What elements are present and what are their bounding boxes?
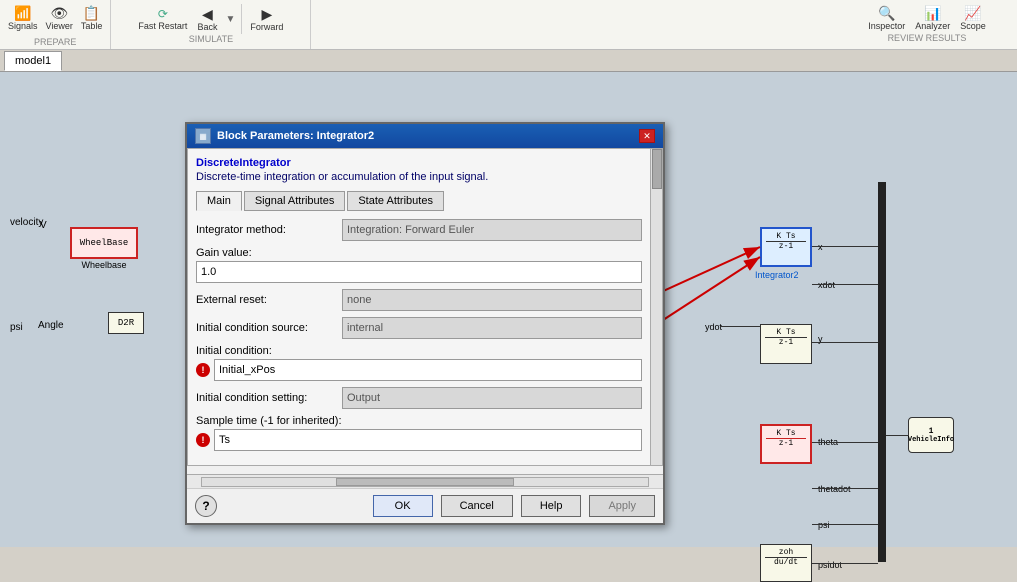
gain-value-input[interactable] bbox=[196, 261, 642, 283]
block-type-header: DiscreteIntegrator bbox=[196, 157, 642, 169]
initial-condition-setting-label: Initial condition setting: bbox=[196, 392, 336, 404]
external-reset-row: External reset: bbox=[196, 289, 642, 311]
signal-attributes-tab[interactable]: Signal Attributes bbox=[244, 191, 346, 211]
initial-condition-section: Initial condition: ! bbox=[196, 345, 642, 381]
sample-time-input[interactable] bbox=[214, 429, 642, 451]
initial-condition-source-row: Initial condition source: bbox=[196, 317, 642, 339]
back-button[interactable]: ◀ Back bbox=[195, 5, 219, 34]
h-scrollbar-thumb[interactable] bbox=[336, 478, 514, 486]
horizontal-scrollbar[interactable] bbox=[187, 474, 663, 488]
initial-condition-input[interactable] bbox=[214, 359, 642, 381]
buttons-right-group: OK Cancel Help Apply bbox=[373, 495, 655, 517]
h-scrollbar-track[interactable] bbox=[201, 477, 649, 487]
scope-button[interactable]: 📈 Scope bbox=[958, 4, 988, 33]
inspector-button[interactable]: 🔍 Inspector bbox=[866, 4, 907, 33]
simulate-label: SIMULATE bbox=[189, 34, 233, 44]
sample-time-input-row: ! bbox=[196, 429, 642, 451]
initial-condition-error-icon: ! bbox=[196, 363, 210, 377]
external-reset-input[interactable] bbox=[342, 289, 642, 311]
main-area: velocity V psi Angle WheelBase Wheelbase… bbox=[0, 72, 1017, 547]
prepare-label: PREPARE bbox=[34, 37, 76, 47]
fast-restart-button[interactable]: ⟳ Fast Restart bbox=[136, 6, 189, 33]
review-section: 🔍 Inspector 📊 Analyzer 📈 Scope REVIEW RE… bbox=[837, 0, 1017, 49]
sample-time-error-icon: ! bbox=[196, 433, 210, 447]
state-attributes-tab[interactable]: State Attributes bbox=[347, 191, 444, 211]
initial-condition-label: Initial condition: bbox=[196, 345, 642, 357]
sample-time-section: Sample time (-1 for inherited): ! bbox=[196, 415, 642, 451]
gain-value-label: Gain value: bbox=[196, 247, 642, 259]
sample-time-label: Sample time (-1 for inherited): bbox=[196, 415, 642, 427]
block-description: Discrete-time integration or accumulatio… bbox=[196, 171, 642, 183]
simulate-section: ⟳ Fast Restart ◀ Back ▼ ▶ Forward SIMULA… bbox=[111, 0, 311, 49]
model1-tab[interactable]: model1 bbox=[4, 51, 62, 71]
initial-condition-input-row: ! bbox=[196, 359, 642, 381]
psidot-line bbox=[812, 563, 878, 564]
dialog-content: DiscreteIntegrator Discrete-time integra… bbox=[187, 148, 663, 466]
scrollbar-thumb[interactable] bbox=[652, 149, 662, 189]
dialog-close-button[interactable]: ✕ bbox=[639, 129, 655, 143]
integrator-method-input[interactable] bbox=[342, 219, 642, 241]
help-icon-button[interactable]: ? bbox=[195, 495, 217, 517]
prepare-section: 📶 Signals 👁 Viewer 📋 Table PREPARE bbox=[0, 0, 111, 49]
dialog-overlay: ▦ Block Parameters: Integrator2 ✕ Discre… bbox=[0, 72, 1017, 547]
spacer bbox=[311, 0, 837, 49]
psidot-port: psidot bbox=[818, 560, 842, 570]
review-results-label: REVIEW RESULTS bbox=[888, 33, 967, 43]
toolbar: 📶 Signals 👁 Viewer 📋 Table PREPARE ⟳ Fas… bbox=[0, 0, 1017, 50]
dialog-titlebar: ▦ Block Parameters: Integrator2 ✕ bbox=[187, 124, 663, 148]
dialog-title: Block Parameters: Integrator2 bbox=[217, 130, 374, 142]
table-button[interactable]: 📋 Table bbox=[79, 4, 105, 33]
initial-condition-setting-row: Initial condition setting: bbox=[196, 387, 642, 409]
analyzer-button[interactable]: 📊 Analyzer bbox=[913, 4, 952, 33]
gain-value-section: Gain value: bbox=[196, 247, 642, 283]
ok-button[interactable]: OK bbox=[373, 495, 433, 517]
back-dropdown[interactable]: ▼ bbox=[225, 14, 235, 25]
block-parameters-dialog: ▦ Block Parameters: Integrator2 ✕ Discre… bbox=[185, 122, 665, 525]
initial-condition-source-label: Initial condition source: bbox=[196, 322, 336, 334]
dialog-icon: ▦ bbox=[195, 128, 211, 144]
viewer-button[interactable]: 👁 Viewer bbox=[44, 4, 75, 33]
integrator-method-label: Integrator method: bbox=[196, 224, 336, 236]
initial-condition-source-input[interactable] bbox=[342, 317, 642, 339]
apply-button[interactable]: Apply bbox=[589, 495, 655, 517]
cancel-button[interactable]: Cancel bbox=[441, 495, 513, 517]
main-tab[interactable]: Main bbox=[196, 191, 242, 211]
external-reset-label: External reset: bbox=[196, 294, 336, 306]
initial-condition-setting-input[interactable] bbox=[342, 387, 642, 409]
signals-button[interactable]: 📶 Signals bbox=[6, 4, 40, 33]
help-button[interactable]: Help bbox=[521, 495, 582, 517]
dialog-buttons-row: ? OK Cancel Help Apply bbox=[187, 488, 663, 523]
forward-button[interactable]: ▶ Forward bbox=[248, 5, 285, 34]
zoh-block[interactable]: zoh du/dt bbox=[760, 544, 812, 582]
tab-bar: model1 bbox=[0, 50, 1017, 72]
integrator-method-row: Integrator method: bbox=[196, 219, 642, 241]
dialog-tab-bar: Main Signal Attributes State Attributes bbox=[196, 191, 642, 211]
dialog-scrollbar[interactable] bbox=[650, 149, 662, 465]
